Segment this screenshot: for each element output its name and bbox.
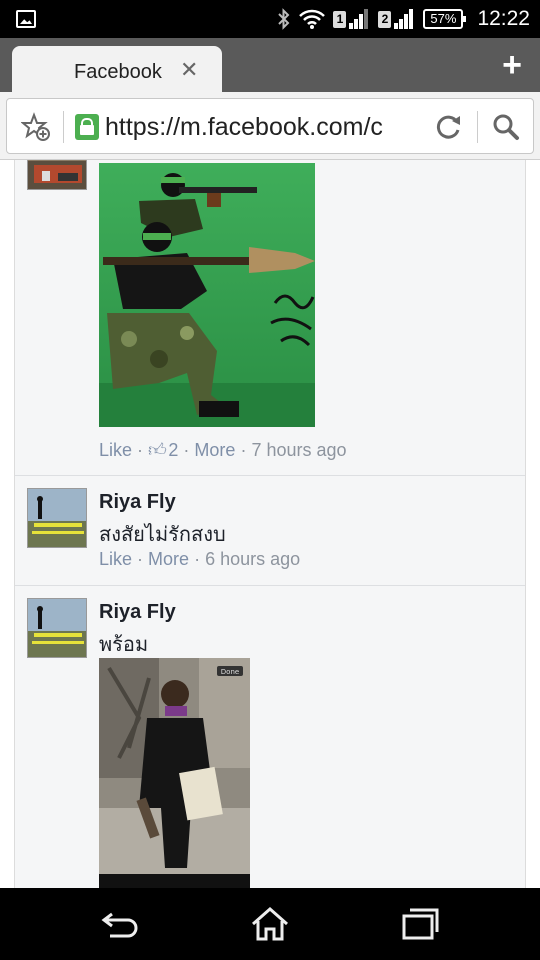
like-link[interactable]: Like: [99, 549, 132, 569]
status-icons: 1 2 57% 12:22: [277, 4, 530, 34]
comment-time: 6 hours ago: [205, 549, 301, 569]
tab-title: Facebook: [74, 61, 162, 83]
comment-item: Like · 👍︎ 2 · More · 7 hours ago: [15, 160, 525, 476]
comment-text: พร้อม: [99, 634, 149, 656]
clock: 12:22: [477, 7, 530, 30]
like-count[interactable]: 👍︎ 2: [148, 440, 178, 460]
sim2-label: 2: [378, 10, 392, 28]
address-box[interactable]: https://m.facebook.com/c: [6, 98, 534, 154]
signal-icon: [394, 9, 414, 29]
comment-time: 7 hours ago: [251, 440, 347, 460]
bookmark-star-icon[interactable]: [21, 112, 51, 142]
home-icon[interactable]: [250, 906, 290, 942]
sim1-label: 1: [333, 10, 347, 28]
avatar[interactable]: [27, 160, 87, 190]
url-text[interactable]: https://m.facebook.com/c: [105, 113, 413, 142]
signal-icon: [349, 9, 369, 29]
bluetooth-icon: [277, 8, 291, 30]
tab-bar: Facebook ✕ +: [0, 38, 540, 92]
more-link[interactable]: More: [148, 549, 189, 569]
comment-item: Riya Fly พร้อม Done: [15, 586, 525, 888]
secure-lock-icon[interactable]: [75, 114, 99, 140]
comment-photo[interactable]: Done: [99, 658, 250, 888]
divider: [477, 111, 478, 143]
back-icon[interactable]: [100, 906, 140, 942]
new-tab-plus-icon[interactable]: +: [502, 48, 522, 82]
page-content[interactable]: Like · 👍︎ 2 · More · 7 hours ago Riya Fl…: [0, 160, 540, 888]
commenter-name[interactable]: Riya Fly: [99, 491, 176, 514]
tab-facebook[interactable]: Facebook ✕: [12, 46, 222, 92]
comment-meta: Like · More · 6 hours ago: [99, 549, 301, 569]
status-bar: 1 2 57% 12:22: [0, 0, 540, 38]
like-count-value: 2: [168, 440, 179, 460]
comment-text: สงสัยไม่รักสงบ: [99, 524, 226, 546]
recent-apps-icon[interactable]: [400, 906, 440, 942]
comment-item: Riya Fly สงสัยไม่รักสงบ Like · More · 6 …: [15, 476, 525, 586]
photo-badge: Done: [221, 668, 239, 676]
gallery-notification-icon: [16, 10, 36, 28]
comment-photo[interactable]: [99, 163, 315, 427]
system-nav-bar: [0, 888, 540, 960]
sim2-signal: 2: [378, 9, 415, 29]
avatar[interactable]: [27, 488, 87, 548]
close-tab-icon[interactable]: ✕: [180, 59, 198, 81]
wifi-icon: [299, 9, 326, 29]
divider: [63, 111, 64, 143]
battery-indicator: 57%: [423, 9, 467, 29]
like-link[interactable]: Like: [99, 440, 132, 460]
more-link[interactable]: More: [194, 440, 235, 460]
url-bar: https://m.facebook.com/c: [0, 92, 540, 160]
thumbs-up-icon: 👍︎: [148, 440, 167, 460]
search-icon[interactable]: [491, 112, 521, 142]
avatar[interactable]: [27, 598, 87, 658]
reload-icon[interactable]: [435, 113, 463, 141]
sim1-signal: 1: [333, 9, 370, 29]
comments-feed: Like · 👍︎ 2 · More · 7 hours ago Riya Fl…: [14, 160, 526, 888]
comment-meta: Like · 👍︎ 2 · More · 7 hours ago: [99, 440, 347, 460]
commenter-name[interactable]: Riya Fly: [99, 601, 176, 624]
